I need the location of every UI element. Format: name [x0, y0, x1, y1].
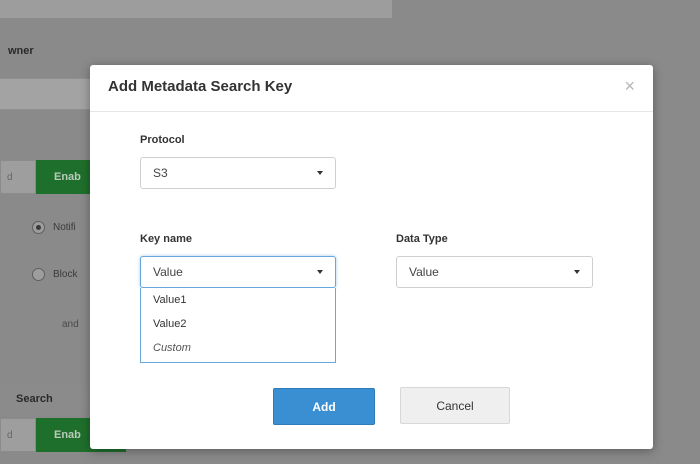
dropdown-option-value1[interactable]: Value1 [141, 288, 335, 312]
chevron-down-icon [574, 270, 580, 274]
key-name-value: Value [153, 265, 183, 279]
close-icon[interactable]: × [624, 77, 635, 95]
protocol-value: S3 [153, 166, 168, 180]
radio-notify: Notifi [32, 221, 76, 234]
dialog-header: Add Metadata Search Key × [90, 65, 653, 112]
key-name-select[interactable]: Value [140, 256, 336, 288]
add-button[interactable]: Add [273, 388, 375, 425]
radio-notify-label: Notifi [53, 222, 76, 233]
radio-block: Block [32, 268, 77, 281]
radio-checked-icon [32, 221, 45, 234]
key-name-label: Key name [140, 233, 192, 245]
background-and-text: and [62, 319, 79, 330]
dropdown-option-value2[interactable]: Value2 [141, 312, 335, 336]
data-type-select[interactable]: Value [396, 256, 593, 288]
search-section-label: Search [16, 393, 53, 405]
add-metadata-search-key-dialog: Add Metadata Search Key × Protocol S3 Ke… [90, 65, 653, 449]
owner-label: wner [8, 45, 34, 57]
protocol-label: Protocol [140, 134, 185, 146]
toggle-disabled-segment: d [0, 418, 36, 452]
radio-unchecked-icon [32, 268, 45, 281]
toggle-disabled-segment: d [0, 160, 36, 194]
key-name-dropdown-menu: Value1 Value2 Custom [140, 288, 336, 363]
chevron-down-icon [317, 171, 323, 175]
protocol-select[interactable]: S3 [140, 157, 336, 189]
data-type-value: Value [409, 265, 439, 279]
radio-block-label: Block [53, 269, 78, 280]
chevron-down-icon [317, 270, 323, 274]
cancel-button[interactable]: Cancel [400, 387, 510, 424]
background-top-bar [0, 0, 392, 18]
dropdown-option-custom[interactable]: Custom [141, 336, 335, 360]
data-type-label: Data Type [396, 233, 448, 245]
dialog-title: Add Metadata Search Key [108, 78, 293, 95]
